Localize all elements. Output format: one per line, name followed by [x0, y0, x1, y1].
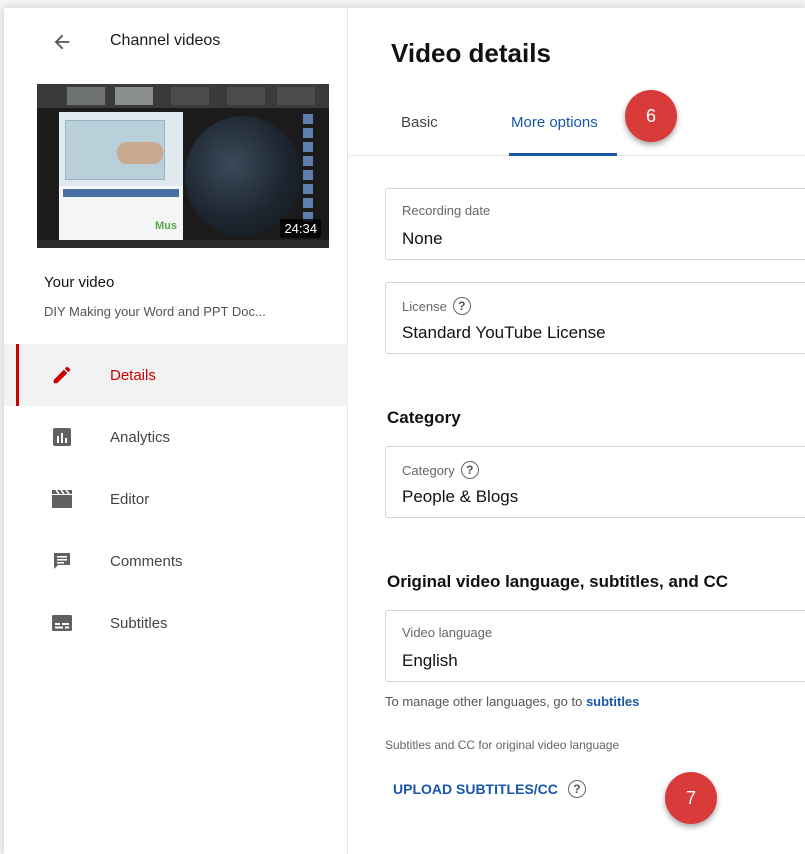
- thumbnail-topbar: [37, 84, 329, 108]
- field-label: Video language: [402, 625, 493, 640]
- page-title: Video details: [391, 38, 551, 68]
- sidebar-header: Channel videos: [4, 8, 348, 76]
- video-thumbnail[interactable]: Mus 24:34: [37, 84, 329, 248]
- help-icon[interactable]: ?: [567, 780, 586, 798]
- field-value: Standard YouTube License: [402, 323, 606, 342]
- thumbnail-desktop-icons: [301, 112, 315, 222]
- field-label: Recording date: [402, 203, 491, 218]
- window-frame: Channel videos Mus 24:34 Your video DIY …: [0, 0, 805, 854]
- video-duration-badge: 24:34: [280, 219, 321, 238]
- language-heading: Original video language, subtitles, and …: [387, 572, 728, 591]
- participant-tile: [171, 87, 209, 105]
- participant-tile: [227, 87, 265, 105]
- thumbnail-slide: Mus: [59, 112, 183, 240]
- sidebar-item-comments[interactable]: Comments: [4, 530, 348, 592]
- sidebar-nav: Details Analytics Editor Comments Subtit…: [4, 344, 348, 654]
- category-field[interactable]: Category ? People & Blogs: [385, 446, 805, 518]
- tab-more-options[interactable]: More options: [511, 114, 598, 131]
- participant-tile: [277, 87, 315, 105]
- sidebar-item-label: Details: [110, 366, 156, 384]
- help-icon[interactable]: ?: [460, 461, 479, 479]
- sidebar: Channel videos Mus 24:34 Your video DIY …: [4, 8, 348, 854]
- participant-tile: [115, 87, 153, 105]
- participant-tile: [67, 87, 105, 105]
- analytics-icon: [50, 425, 74, 449]
- upload-subtitles-button[interactable]: UPLOAD SUBTITLES/CC ?: [393, 780, 586, 798]
- subtitles-cc-text: Subtitles and CC for original video lang…: [385, 738, 620, 752]
- sidebar-item-editor[interactable]: Editor: [4, 468, 348, 530]
- thumbnail-slide-footer: Mus: [59, 186, 183, 240]
- field-value: None: [402, 229, 443, 248]
- your-video-label: Your video: [44, 274, 115, 291]
- tab-basic[interactable]: Basic: [401, 114, 438, 131]
- subtitles-link[interactable]: subtitles: [586, 694, 639, 709]
- video-details-panel: Video details Basic More options 6 Recor…: [349, 8, 805, 854]
- recording-date-field[interactable]: Recording date None: [385, 188, 805, 260]
- sidebar-item-label: Comments: [110, 552, 183, 570]
- thumbnail-slide-bar: [63, 189, 179, 197]
- license-field[interactable]: License ? Standard YouTube License: [385, 282, 805, 354]
- category-heading: Category: [387, 408, 461, 427]
- thumbnail-globe: [185, 116, 301, 236]
- thumbnail-logo: Mus: [155, 220, 177, 232]
- clapperboard-icon: [50, 487, 74, 511]
- sidebar-item-label: Subtitles: [110, 614, 168, 632]
- sidebar-item-analytics[interactable]: Analytics: [4, 406, 348, 468]
- help-icon[interactable]: ?: [452, 297, 471, 315]
- tab-bar: Basic More options: [349, 96, 805, 156]
- step-callout-7: 7: [665, 772, 717, 824]
- thumbnail-hand: [117, 142, 163, 164]
- sidebar-item-label: Analytics: [110, 428, 171, 446]
- field-value: English: [402, 651, 458, 670]
- video-language-field[interactable]: Video language English: [385, 610, 805, 682]
- pencil-icon: [50, 363, 74, 387]
- sidebar-title: Channel videos: [110, 32, 221, 49]
- studio-panel: Channel videos Mus 24:34 Your video DIY …: [4, 8, 805, 854]
- manage-languages-text: To manage other languages, go to subtitl…: [385, 694, 640, 709]
- field-value: People & Blogs: [402, 487, 519, 506]
- thumbnail-taskbar: [37, 240, 329, 248]
- sidebar-item-details[interactable]: Details: [4, 344, 348, 406]
- video-title: DIY Making your Word and PPT Doc...: [44, 304, 266, 319]
- sidebar-item-subtitles[interactable]: Subtitles: [4, 592, 348, 654]
- field-label: Category ?: [402, 461, 479, 479]
- upload-subtitles-label: UPLOAD SUBTITLES/CC: [393, 781, 558, 797]
- comment-icon: [50, 549, 74, 573]
- step-callout-6: 6: [625, 90, 677, 142]
- active-tab-indicator: [509, 153, 617, 156]
- sidebar-item-label: Editor: [110, 490, 150, 508]
- back-button[interactable]: [48, 28, 76, 56]
- field-label: License ?: [402, 297, 471, 315]
- subtitles-icon: [50, 611, 74, 635]
- arrow-left-icon: [54, 34, 70, 50]
